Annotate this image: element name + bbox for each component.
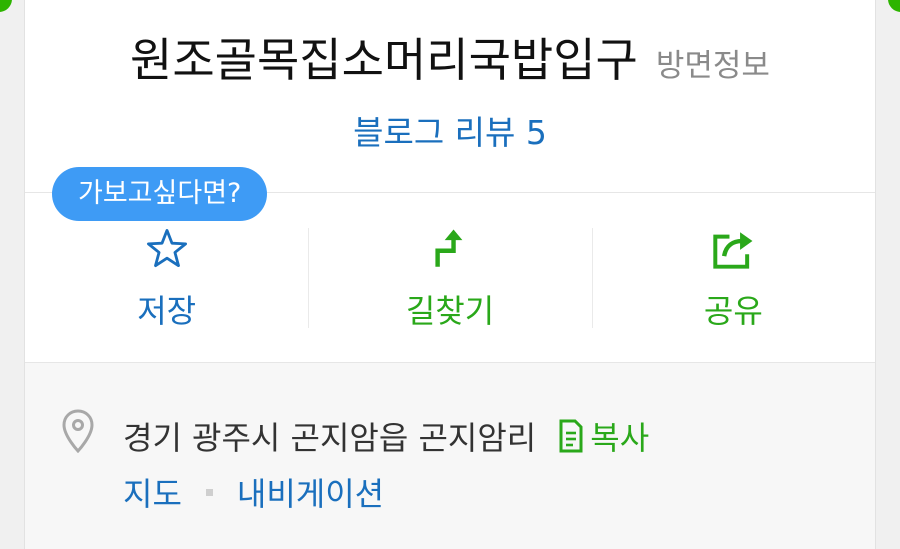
action-bar: 저장 길찾기 공유 <box>25 222 875 332</box>
star-outline-icon <box>146 229 187 268</box>
wishlist-tooltip[interactable]: 가보고싶다면? <box>52 167 268 221</box>
route-arrow-icon <box>435 229 463 267</box>
address-text: 경기 광주시 곤지암읍 곤지암리 <box>123 419 537 457</box>
edge-accent-left <box>0 0 12 12</box>
map-link[interactable]: 지도 <box>123 469 182 515</box>
share-button[interactable]: 공유 <box>591 222 875 332</box>
navigation-link[interactable]: 내비게이션 <box>237 469 384 515</box>
place-card: 원조골목집소머리국밥입구 방면정보 블로그 리뷰 5 저장 길찾기 공유 경기 … <box>24 0 876 549</box>
place-name: 원조골목집소머리국밥입구 <box>130 33 638 87</box>
place-detail-screen: 원조골목집소머리국밥입구 방면정보 블로그 리뷰 5 저장 길찾기 공유 경기 … <box>0 0 900 549</box>
blog-review-link[interactable]: 블로그 리뷰 5 <box>25 106 875 154</box>
directions-button[interactable]: 길찾기 <box>308 222 591 332</box>
save-label: 저장 <box>137 292 197 330</box>
info-section: 경기 광주시 곤지암읍 곤지암리 복사 지도 내비게이션 <box>25 363 875 549</box>
place-category: 방면정보 <box>655 48 770 84</box>
save-button[interactable]: 저장 <box>25 222 308 332</box>
copy-document-icon <box>559 419 583 453</box>
title-row: 원조골목집소머리국밥입구 방면정보 <box>25 24 875 90</box>
directions-label: 길찾기 <box>405 292 495 330</box>
share-arrow-icon <box>713 232 753 269</box>
map-links-row: 지도 내비게이션 <box>123 469 384 515</box>
copy-address-button[interactable]: 복사 <box>558 413 649 459</box>
edge-accent-right <box>888 0 900 12</box>
link-separator <box>205 488 213 496</box>
share-label: 공유 <box>703 292 763 330</box>
location-pin-icon <box>62 409 94 453</box>
address-row: 경기 광주시 곤지암읍 곤지암리 복사 <box>123 413 649 459</box>
copy-label: 복사 <box>590 419 650 457</box>
